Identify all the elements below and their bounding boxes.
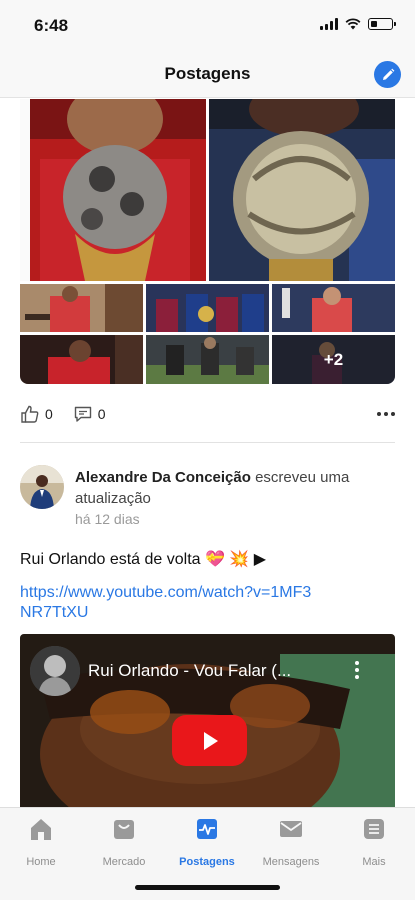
tab-label: Postagens [179, 856, 235, 868]
tab-home[interactable]: Home [6, 816, 76, 868]
video-menu-button[interactable] [355, 661, 359, 679]
more-photos-count: +2 [272, 335, 395, 384]
shop-icon [114, 820, 134, 839]
post-actions: 0 0 [20, 402, 395, 426]
tab-label: Mensagens [262, 856, 320, 868]
pencil-icon [382, 68, 394, 80]
like-button[interactable]: 0 [20, 404, 53, 424]
post-body-text: Rui Orlando está de volta 💝 💥 ▶ [20, 551, 267, 568]
gallery-photo[interactable] [272, 284, 395, 332]
tab-mais[interactable]: Mais [339, 816, 409, 868]
comment-icon [74, 406, 91, 422]
gallery-photo[interactable] [209, 99, 395, 281]
activity-icon [197, 819, 217, 839]
comment-button[interactable]: 0 [73, 404, 106, 424]
tab-mensagens[interactable]: Mensagens [256, 816, 326, 868]
gallery-photo[interactable] [20, 284, 143, 332]
gallery-photo[interactable] [20, 99, 206, 281]
post-timestamp: há 12 dias [75, 511, 140, 527]
post-author-line: Alexandre Da Conceição escreveu uma atua… [75, 467, 395, 509]
avatar[interactable] [20, 465, 64, 509]
like-count: 0 [45, 406, 53, 422]
author-name[interactable]: Alexandre Da Conceição [75, 469, 251, 486]
status-icons [320, 18, 396, 30]
post-options-button[interactable] [377, 412, 395, 416]
gallery-photo-more[interactable]: +2 [272, 335, 395, 384]
home-icon [31, 819, 51, 840]
posts-feed[interactable]: +2 0 0 Alexandre Da Conceição escreveu u… [0, 99, 415, 807]
tab-label: Home [26, 856, 56, 868]
trophy-player-photo [209, 99, 395, 281]
gallery-photo[interactable] [20, 335, 143, 384]
status-time: 6:48 [34, 16, 69, 35]
tab-mercado[interactable]: Mercado [89, 816, 159, 868]
play-icon [203, 731, 218, 750]
wifi-icon [345, 18, 361, 30]
video-channel-avatar[interactable] [30, 646, 80, 696]
trophy-kiss-photo [20, 99, 206, 281]
gallery-photo[interactable] [146, 284, 269, 332]
post-divider [20, 442, 395, 443]
thumbs-up-icon [21, 405, 39, 423]
gallery-photo[interactable] [146, 335, 269, 384]
post-link[interactable]: https://www.youtube.com/watch?v=1MF3NR7T… [20, 583, 320, 623]
tab-label: Mais [362, 856, 386, 868]
youtube-video-embed[interactable]: Rui Orlando - Vou Falar (... [20, 634, 395, 807]
video-title[interactable]: Rui Orlando - Vou Falar (... [88, 661, 348, 681]
cellular-signal-icon [320, 18, 338, 30]
tab-postagens[interactable]: Postagens [172, 816, 242, 868]
post-photo-gallery[interactable]: +2 [20, 99, 395, 384]
comment-count: 0 [97, 406, 106, 422]
mail-icon [280, 821, 302, 837]
navigation-bar: Postagens [0, 50, 415, 98]
youtube-play-button[interactable] [172, 715, 247, 766]
status-bar: 6:48 [0, 0, 415, 50]
menu-list-icon [364, 819, 384, 839]
page-title: Postagens [164, 64, 251, 83]
compose-button[interactable] [374, 61, 401, 88]
home-indicator [135, 885, 280, 890]
tab-label: Mercado [102, 856, 146, 868]
battery-icon [368, 18, 396, 30]
